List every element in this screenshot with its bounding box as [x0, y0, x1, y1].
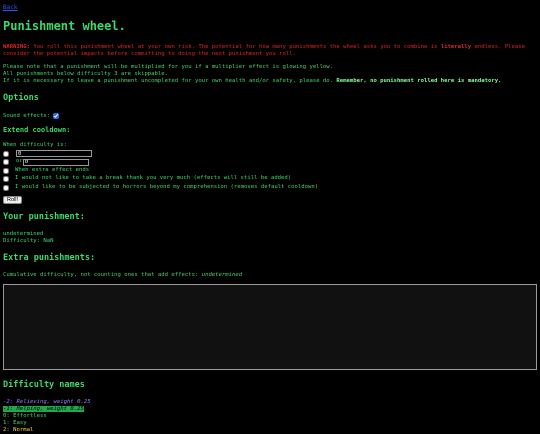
- note-skippable: All punishments below difficulty 3 are s…: [3, 70, 169, 77]
- cumulative-label: Cumulative difficulty, not counting ones…: [3, 272, 202, 278]
- difficulty-item: 0: Effortless: [3, 413, 537, 420]
- difficulty-names-heading: Difficulty names: [3, 380, 85, 391]
- page-container: Back Punishment wheel. WARNING: You roll…: [3, 4, 537, 434]
- cooldown-row-1: [3, 149, 537, 158]
- or-label: or: [16, 158, 23, 165]
- extra-effect-ends-checkbox[interactable]: [3, 167, 9, 174]
- no-break-label: I would not like to take a break thank y…: [15, 175, 292, 182]
- your-punishment-heading: Your punishment:: [3, 211, 85, 222]
- cooldown-row-3: When extra effect ends: [3, 166, 537, 175]
- punishment-difficulty: Difficulty: NaN: [3, 238, 537, 245]
- difficulty-relieving: -2: Relieving, weight 0.25: [3, 399, 91, 406]
- horrors-checkbox[interactable]: [3, 184, 9, 191]
- back-link[interactable]: Back: [3, 4, 17, 12]
- warning-body-1: You roll this punishment wheel at your o…: [29, 43, 441, 50]
- difficulty-normal: 2: Normal: [3, 427, 34, 434]
- extra-punishments-box[interactable]: [3, 284, 537, 371]
- cumulative-difficulty: Cumulative difficulty, not counting ones…: [3, 272, 537, 279]
- warning-prefix: WARNING:: [3, 43, 30, 50]
- punishment-value: undetermined: [3, 230, 44, 237]
- extra-punishments-heading: Extra punishments:: [3, 253, 96, 264]
- note-multiplier: Please note that a punishment will be mu…: [3, 63, 334, 70]
- options-heading: Options: [3, 93, 39, 104]
- roll-button[interactable]: Roll!: [3, 195, 23, 204]
- note-safety: If it is necessary to leave a punishment…: [3, 78, 537, 85]
- cooldown-row-4: I would not like to take a break thank y…: [3, 175, 537, 184]
- horrors-label: I would like to be subjected to horrors …: [15, 183, 319, 190]
- difficulty-1-input[interactable]: [16, 150, 92, 158]
- warning-emphasis: literally: [440, 43, 472, 50]
- page-title: Punishment wheel.: [3, 19, 126, 34]
- difficulty-helping: -1: Helping, weight 0.25: [3, 406, 84, 413]
- notes: Please note that a punishment will be mu…: [3, 64, 537, 85]
- difficulty-easy: 1: Easy: [3, 420, 27, 427]
- cooldown-row-2: or: [3, 158, 537, 167]
- difficulty-label: Difficulty:: [3, 237, 44, 244]
- note-safety-text: If it is necessary to leave a punishment…: [3, 78, 337, 85]
- difficulty-2-input[interactable]: [22, 158, 89, 166]
- cumulative-value: undetermined: [201, 272, 243, 278]
- difficulty-names-list: -2: Relieving, weight 0.25 -1: Helping, …: [3, 399, 537, 434]
- difficulty-item: 2: Normal: [3, 427, 537, 434]
- difficulty-item: -1: Helping, weight 0.25: [3, 406, 537, 413]
- cooldown-heading: Extend cooldown:: [3, 126, 71, 135]
- difficulty-effortless: 0: Effortless: [3, 413, 47, 420]
- when-difficulty-label: When difficulty is:: [3, 142, 67, 149]
- sound-effects-row: Sound effects:: [3, 112, 537, 120]
- no-break-checkbox[interactable]: [3, 176, 9, 183]
- note-mandatory: Remember, no punishment rolled here is m…: [336, 78, 502, 85]
- difficulty-item: 1: Easy: [3, 420, 537, 427]
- cooldown-row-5: I would like to be subjected to horrors …: [3, 183, 537, 192]
- sound-effects-checkbox[interactable]: [53, 113, 60, 120]
- difficulty-value: NaN: [43, 237, 54, 244]
- sound-effects-label: Sound effects:: [3, 112, 51, 119]
- difficulty-2-checkbox[interactable]: [3, 159, 9, 166]
- warning-text: WARNING: You roll this punishment wheel …: [3, 44, 537, 58]
- extra-effect-ends-label: When extra effect ends: [15, 166, 90, 173]
- difficulty-1-checkbox[interactable]: [3, 150, 9, 157]
